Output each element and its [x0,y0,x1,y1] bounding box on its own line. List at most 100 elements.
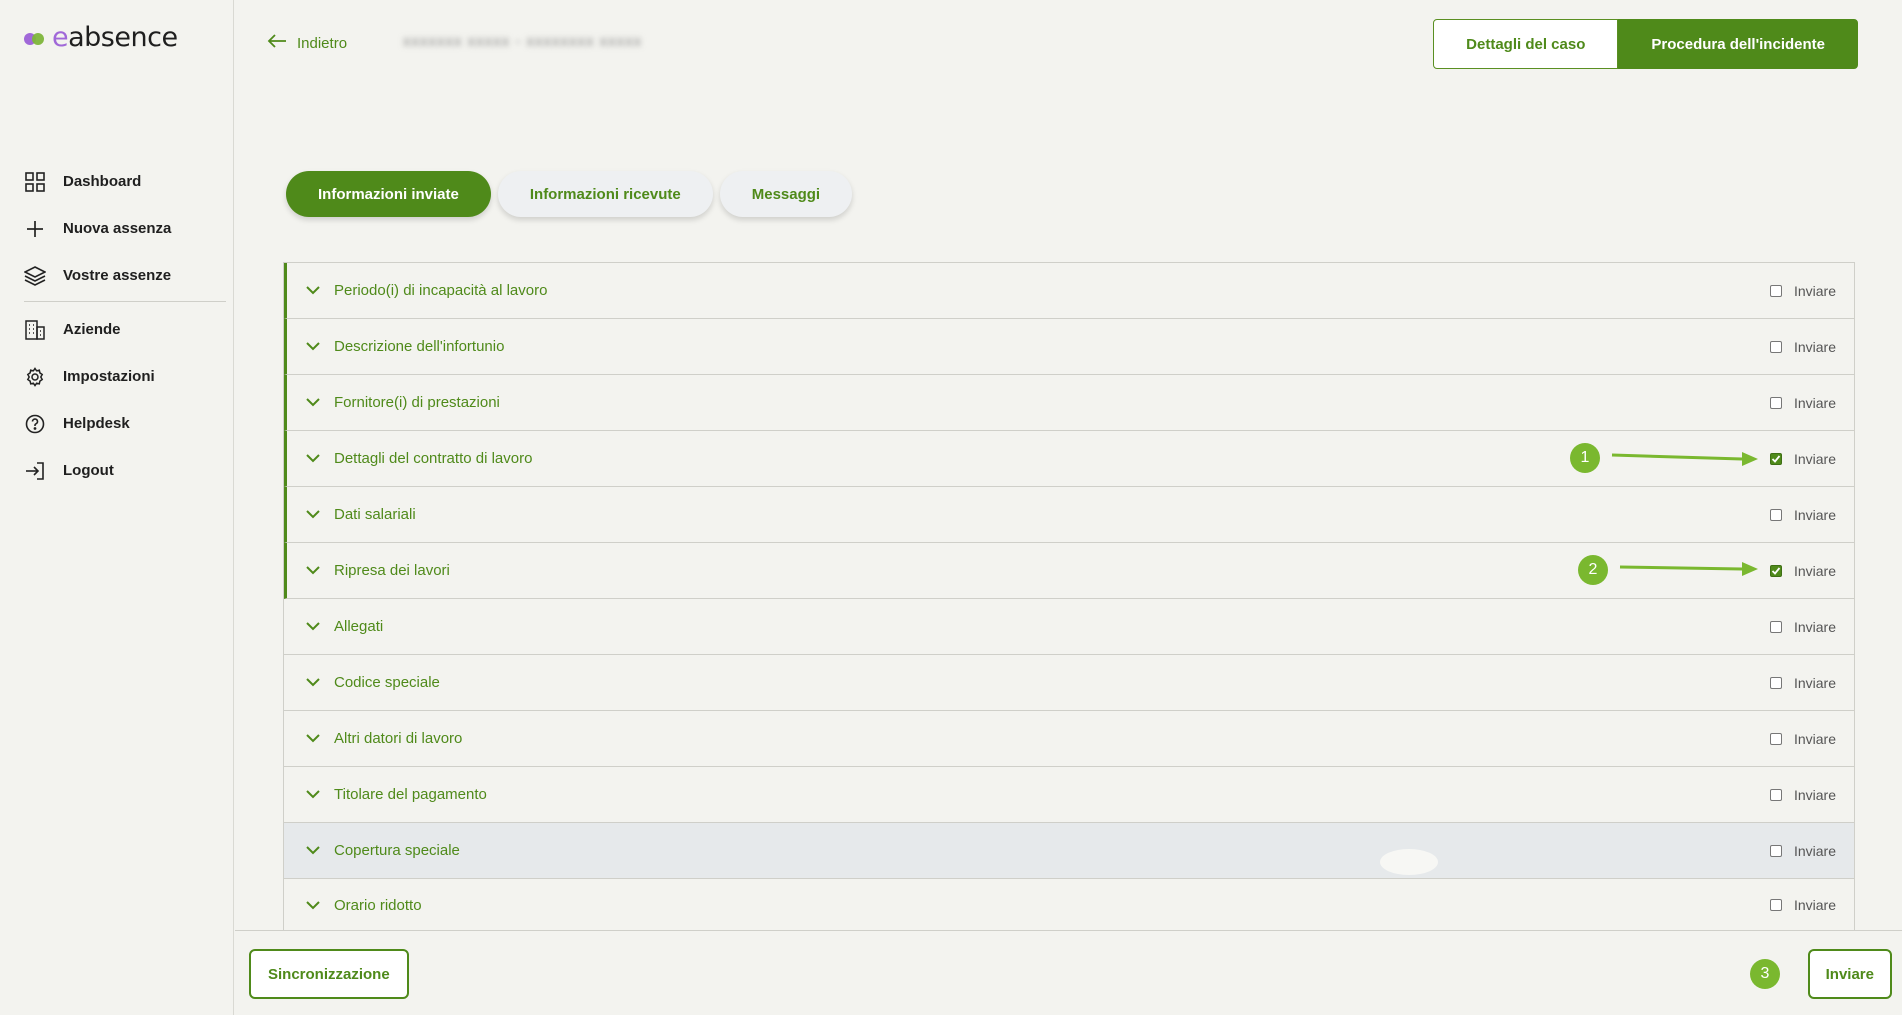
chevron-down-icon[interactable] [306,452,320,466]
section-title: Periodo(i) di incapacità al lavoro [334,282,548,299]
send-checkbox[interactable] [1769,844,1782,857]
send-toggle: Inviare [1769,282,1836,299]
send-toggle: Inviare [1769,394,1836,411]
send-label: Inviare [1793,730,1836,747]
send-label: Inviare [1793,450,1836,467]
send-label: Inviare [1793,842,1836,859]
send-toggle: Inviare [1769,338,1836,355]
chevron-down-icon[interactable] [306,564,320,578]
section-row[interactable]: Altri datori di lavoro Inviare [284,711,1854,767]
annotation-arrow-2 [1619,562,1758,576]
section-title: Codice speciale [334,674,440,691]
chevron-down-icon[interactable] [306,898,320,912]
sync-button[interactable]: Sincronizzazione [249,949,409,999]
chevron-down-icon[interactable] [306,844,320,858]
section-row[interactable]: Titolare del pagamento Inviare [284,767,1854,823]
section-title: Altri datori di lavoro [334,730,463,747]
sidebar-item-label: Dashboard [63,173,142,190]
send-checkbox[interactable] [1769,340,1782,353]
sidebar-item-dashboard[interactable]: Dashboard [0,158,234,205]
send-checkbox[interactable] [1769,284,1782,297]
chevron-down-icon[interactable] [306,732,320,746]
sidebar-item-label: Impostazioni [63,368,155,385]
sidebar-item-nuova-assenza[interactable]: Nuova assenza [0,205,234,252]
chevron-down-icon[interactable] [306,620,320,634]
info-tabs: Informazioni inviate Informazioni ricevu… [286,171,859,217]
sidebar-item-label: Logout [63,462,114,479]
send-label: Inviare [1793,394,1836,411]
sidebar-item-logout[interactable]: Logout [0,447,234,494]
step-badge-2: 2 [1578,555,1608,585]
send-checkbox[interactable] [1769,396,1782,409]
case-details-button[interactable]: Dettagli del caso [1433,19,1619,69]
send-toggle: Inviare [1769,786,1836,803]
send-checkbox[interactable] [1769,620,1782,633]
step-badge-3: 3 [1750,959,1780,989]
annotation-arrow-1 [1611,452,1758,466]
send-checkbox-checked[interactable] [1769,564,1782,577]
chevron-down-icon[interactable] [306,788,320,802]
section-row[interactable]: Descrizione dell'infortunio Inviare [284,319,1854,375]
back-button[interactable]: Indietro [267,33,347,54]
send-label: Inviare [1793,282,1836,299]
send-label: Inviare [1793,674,1836,691]
logo-mark-icon [24,30,46,46]
chevron-down-icon[interactable] [306,508,320,522]
send-toggle: Inviare [1769,450,1836,467]
sidebar-item-vostre-assenze[interactable]: Vostre assenze [0,252,234,299]
plus-icon [24,218,46,240]
send-checkbox[interactable] [1769,732,1782,745]
section-title: Fornitore(i) di prestazioni [334,394,500,411]
section-title: Allegati [334,618,384,635]
tab-informazioni-ricevute[interactable]: Informazioni ricevute [497,171,713,217]
section-row[interactable]: Allegati Inviare [284,599,1854,655]
section-title: Descrizione dell'infortunio [334,338,505,355]
send-checkbox[interactable] [1769,788,1782,801]
send-toggle: Inviare [1769,897,1836,913]
chevron-down-icon[interactable] [306,396,320,410]
sidebar-item-helpdesk[interactable]: Helpdesk [0,400,234,447]
section-row[interactable]: Dati salariali Inviare [284,487,1854,543]
sidebar-item-label: Helpdesk [63,415,130,432]
tab-informazioni-inviate[interactable]: Informazioni inviate [286,171,491,217]
checkmark-icon [1771,566,1781,575]
case-title-blurred: xxxxxxx xxxxx - xxxxxxxx xxxxx [403,33,643,50]
arrow-left-icon [267,33,287,54]
send-checkbox-checked[interactable] [1769,452,1782,465]
chevron-down-icon[interactable] [306,284,320,298]
send-checkbox[interactable] [1769,508,1782,521]
section-row[interactable]: Periodo(i) di incapacità al lavoro Invia… [284,263,1854,319]
logout-icon [24,460,46,482]
checkmark-icon [1771,454,1781,463]
sidebar-item-aziende[interactable]: Aziende [0,306,234,353]
send-checkbox[interactable] [1769,899,1782,911]
logo-text: eabsence [52,22,178,53]
sidebar: eabsence Dashboard Nuova assenza Vostre … [0,0,234,1015]
case-view-switch: Dettagli del caso Procedura dell'inciden… [1433,19,1858,69]
action-footer: Sincronizzazione 3 Inviare [235,930,1902,1015]
tab-messaggi[interactable]: Messaggi [719,171,853,217]
section-row[interactable]: Dettagli del contratto di lavoro 1 Invia… [284,431,1854,487]
section-row[interactable]: Orario ridotto Inviare [284,879,1854,931]
section-title: Dati salariali [334,506,416,523]
send-label: Inviare [1793,338,1836,355]
section-title: Ripresa dei lavori [334,562,450,579]
incident-procedure-button[interactable]: Procedura dell'incidente [1618,19,1858,69]
send-checkbox[interactable] [1769,676,1782,689]
section-row[interactable]: Copertura speciale Inviare [284,823,1854,879]
sidebar-nav: Dashboard Nuova assenza Vostre assenze A… [0,158,234,494]
sidebar-item-label: Vostre assenze [63,267,172,284]
send-label: Inviare [1793,786,1836,803]
send-button[interactable]: Inviare [1807,949,1892,999]
sidebar-item-impostazioni[interactable]: Impostazioni [0,353,234,400]
chevron-down-icon[interactable] [306,676,320,690]
section-row[interactable]: Codice speciale Inviare [284,655,1854,711]
layers-icon [24,265,46,287]
chevron-down-icon[interactable] [306,340,320,354]
send-toggle: Inviare [1769,730,1836,747]
section-row[interactable]: Fornitore(i) di prestazioni Inviare [284,375,1854,431]
send-label: Inviare [1793,506,1836,523]
sidebar-item-label: Aziende [63,321,121,338]
section-row[interactable]: Ripresa dei lavori 2 Inviare [284,543,1854,599]
eabsence-logo[interactable]: eabsence [24,22,178,53]
